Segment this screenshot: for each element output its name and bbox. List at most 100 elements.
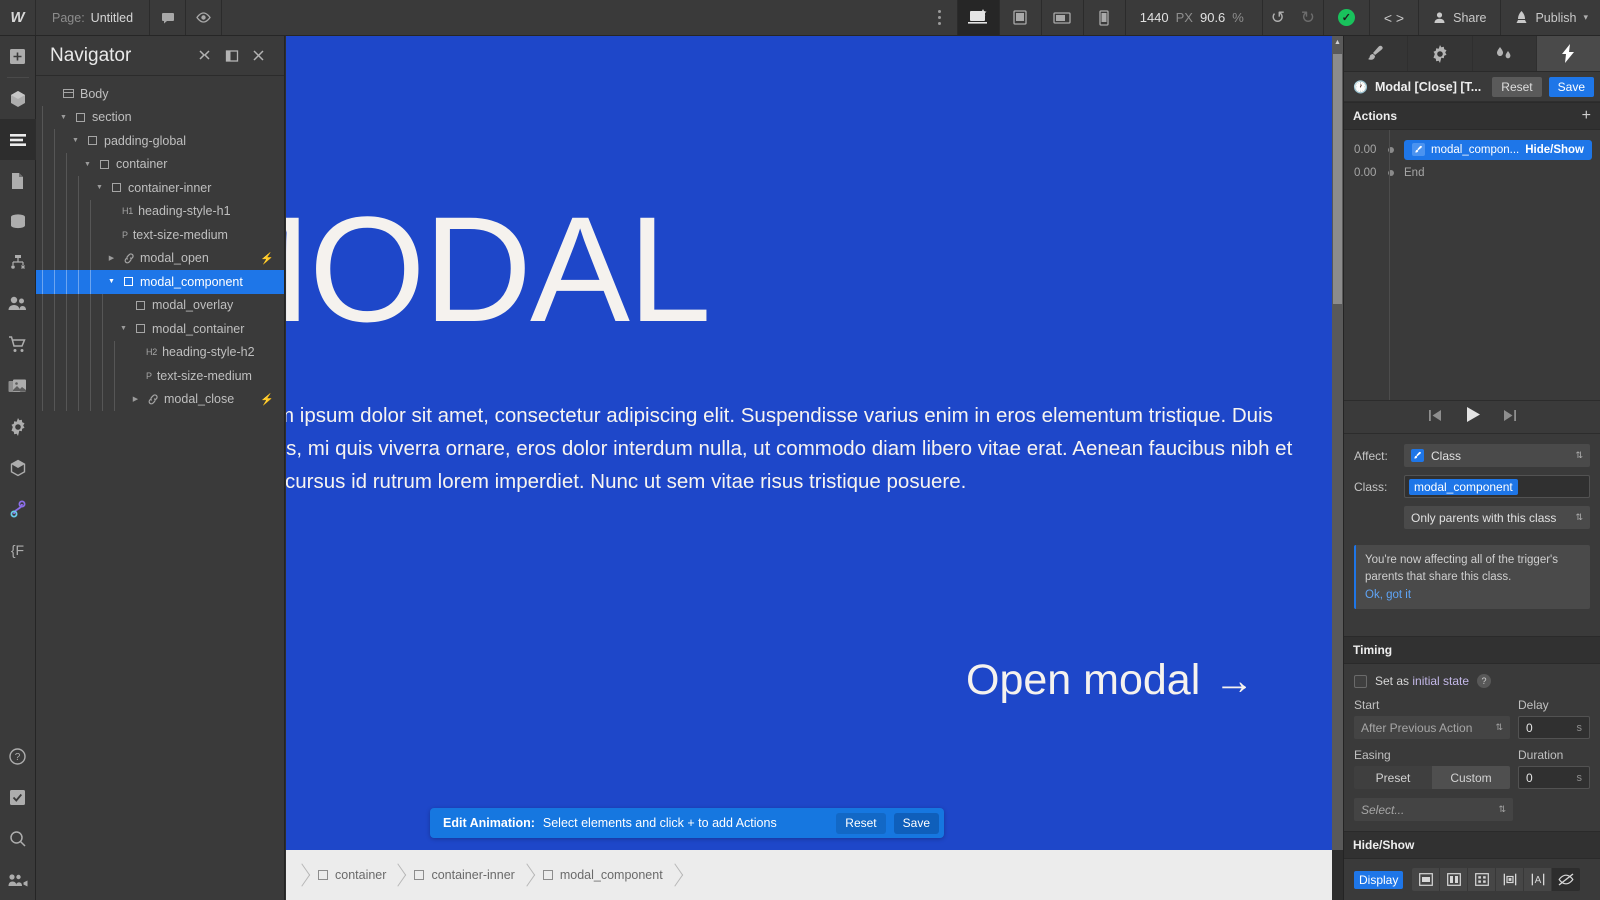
more-vertical-icon[interactable]	[923, 0, 957, 35]
canvas-open-modal-link[interactable]: Open modal →	[966, 656, 1254, 705]
publish-button[interactable]: Publish ▾	[1500, 0, 1600, 35]
navigator-item-modal-component[interactable]: ▼ modal_component	[36, 270, 284, 294]
scroll-up-arrow-icon[interactable]: ▲	[1332, 38, 1343, 47]
desktop-icon[interactable]	[956, 0, 999, 35]
skip-start-icon[interactable]	[1428, 409, 1442, 425]
question-icon[interactable]: ?	[1477, 674, 1492, 688]
tab-interactions[interactable]	[1536, 36, 1600, 71]
flex-icon[interactable]	[1440, 868, 1469, 891]
rail-item-interactions[interactable]	[0, 488, 36, 529]
grid-icon[interactable]	[1468, 868, 1497, 891]
undo-icon[interactable]: ↺	[1263, 0, 1293, 35]
class-input[interactable]: modal_component	[1404, 475, 1590, 498]
duration-input[interactable]: 0 s	[1518, 766, 1590, 789]
breadcrumb-item[interactable]: container-inner	[398, 850, 526, 900]
canvas-paragraph[interactable]: Lorem ipsum dolor sit amet, consectetur …	[286, 399, 1316, 499]
rail-item-variables[interactable]: {F	[0, 529, 36, 570]
rail-item-settings[interactable]	[0, 406, 36, 447]
navigator-tree[interactable]: Body ▼ section ▼ padding-global ▼ container ▼ co…	[36, 76, 284, 411]
rail-item-pages[interactable]	[0, 160, 36, 201]
none-icon[interactable]	[1552, 868, 1581, 891]
rail-item-add-panel[interactable]	[0, 36, 36, 77]
navigator-item-heading-style-h1[interactable]: H1 heading-style-h1	[36, 199, 284, 224]
easing-custom-button[interactable]: Custom	[1432, 766, 1510, 789]
rail-item-search[interactable]	[0, 818, 36, 859]
code-brackets-icon[interactable]: < >	[1368, 0, 1418, 35]
add-action-icon[interactable]: +	[1582, 108, 1591, 124]
navigator-item-modal-overlay[interactable]: modal_overlay	[36, 293, 284, 318]
navigator-item-container-inner[interactable]: ▼ container-inner	[36, 176, 284, 200]
rail-item-help[interactable]: ?	[0, 736, 36, 777]
notification-save-button[interactable]: Save	[893, 812, 939, 834]
tab-settings[interactable]	[1408, 36, 1473, 71]
navigator-item-heading-style-h2[interactable]: H2 heading-style-h2	[36, 340, 284, 365]
skip-end-icon[interactable]	[1503, 409, 1517, 425]
navigator-item-section[interactable]: ▼ section	[36, 105, 284, 130]
easing-preset-button[interactable]: Preset	[1354, 766, 1432, 789]
navigator-item-modal-close[interactable]: ▶ modal_close ⚡	[36, 387, 284, 412]
easing-mode-toggle[interactable]: Preset Custom	[1354, 766, 1510, 789]
chevron-down-icon[interactable]: ▼	[70, 137, 81, 144]
interaction-reset-button[interactable]: Reset	[1492, 76, 1542, 97]
initial-state-row[interactable]: Set as initial state ?	[1354, 674, 1590, 688]
rail-item-video[interactable]	[0, 859, 36, 900]
navigator-item-body[interactable]: Body	[36, 82, 284, 106]
design-canvas[interactable]: MODAL Lorem ipsum dolor sit amet, consec…	[286, 36, 1332, 850]
interaction-save-button[interactable]: Save	[1548, 76, 1594, 97]
redo-icon[interactable]: ↻	[1293, 0, 1323, 35]
navigator-item-modal-open[interactable]: ▶ modal_open ⚡	[36, 246, 284, 271]
canvas-size-zoom[interactable]: 1440 PX 90.6 %	[1124, 0, 1263, 35]
panel-icon[interactable]	[218, 42, 245, 69]
chevron-right-icon[interactable]: ▶	[130, 395, 141, 403]
tab-style-manager[interactable]	[1472, 36, 1537, 71]
easing-select[interactable]: Select... ⇅	[1354, 798, 1513, 821]
chevron-right-icon[interactable]: ▶	[106, 254, 117, 262]
rail-item-symbols[interactable]	[0, 447, 36, 488]
block-icon[interactable]	[1412, 868, 1441, 891]
rail-item-components[interactable]	[0, 78, 36, 119]
rail-item-assets[interactable]	[0, 365, 36, 406]
chevron-down-icon[interactable]: ▼	[58, 114, 69, 121]
inline-icon[interactable]: A	[1524, 868, 1553, 891]
navigator-item-container[interactable]: ▼ container	[36, 152, 284, 177]
rail-item-users[interactable]	[0, 283, 36, 324]
navigator-item-modal-container[interactable]: ▼ modal_container	[36, 317, 284, 341]
scrollbar-thumb[interactable]	[1333, 54, 1342, 304]
canvas-scrollbar[interactable]: ▲	[1332, 36, 1343, 850]
chevron-down-icon[interactable]: ▼	[82, 161, 93, 168]
notification-reset-button[interactable]: Reset	[836, 812, 886, 834]
chevron-down-icon[interactable]: ▼	[118, 325, 129, 332]
rail-item-audit[interactable]	[0, 777, 36, 818]
navigator-item-text-size-medium[interactable]: Ptext-size-medium	[36, 223, 284, 247]
page-selector[interactable]: Page: Untitled	[36, 0, 151, 35]
webflow-logo[interactable]: W	[0, 0, 36, 35]
breadcrumb-item[interactable]: container	[302, 850, 398, 900]
action-row[interactable]: 0.00 modal_compon... Hide/Show	[1344, 138, 1600, 161]
rail-item-navigator[interactable]	[0, 119, 36, 160]
rail-item-cms[interactable]	[0, 201, 36, 242]
class-scope-select[interactable]: Only parents with this class ⇅	[1404, 506, 1590, 529]
close-icon[interactable]	[245, 42, 272, 69]
chevron-down-icon[interactable]: ▼	[94, 184, 105, 191]
mobile-icon[interactable]	[1082, 0, 1125, 35]
navigator-item-padding-global[interactable]: ▼ padding-global	[36, 129, 284, 153]
eye-icon[interactable]	[186, 0, 223, 35]
rail-item-ecommerce[interactable]	[0, 324, 36, 365]
breadcrumb-item[interactable]: modal_component	[527, 850, 675, 900]
initial-state-checkbox[interactable]	[1354, 674, 1367, 688]
breadcrumb-root[interactable]	[286, 850, 302, 900]
canvas-heading[interactable]: MODAL	[286, 194, 711, 344]
delay-input[interactable]: 0 s	[1518, 716, 1590, 739]
share-button[interactable]: Share	[1418, 0, 1500, 35]
action-pill[interactable]: modal_compon... Hide/Show	[1404, 139, 1592, 160]
comment-icon[interactable]	[150, 0, 187, 35]
save-status[interactable]: ✓	[1322, 0, 1369, 35]
play-icon[interactable]	[1464, 406, 1481, 428]
tablet-icon[interactable]	[998, 0, 1041, 35]
tablet-landscape-icon[interactable]	[1040, 0, 1083, 35]
affect-select[interactable]: Class ⇅	[1404, 444, 1590, 467]
navigator-item-text-size-medium[interactable]: Ptext-size-medium	[36, 364, 284, 388]
tab-style[interactable]	[1344, 36, 1409, 71]
start-select[interactable]: After Previous Action ⇅	[1354, 716, 1510, 739]
rail-item-logic[interactable]	[0, 242, 36, 283]
